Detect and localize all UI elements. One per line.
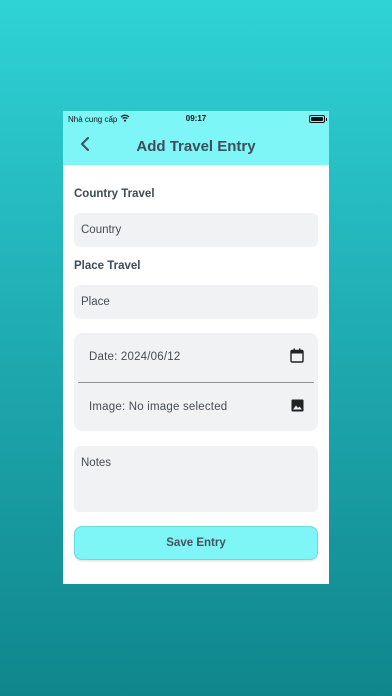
battery-icon [309, 115, 327, 123]
phone-screen: Nhà cung cấp 09:17 Add Travel Entry Coun… [63, 111, 329, 584]
app-bar: Add Travel Entry [63, 127, 329, 165]
status-bar: Nhà cung cấp 09:17 [63, 111, 329, 127]
image-icon[interactable] [291, 399, 304, 415]
save-entry-button[interactable]: Save Entry [74, 526, 318, 560]
country-placeholder: Country [81, 224, 122, 236]
date-image-card: Date: 2024/06/12 Image: No image selecte… [74, 333, 318, 431]
date-picker-row[interactable]: Date: 2024/06/12 [74, 333, 318, 381]
place-placeholder: Place [81, 296, 110, 308]
country-input[interactable]: Country [74, 213, 318, 247]
country-label: Country Travel [74, 188, 155, 200]
image-picker-row[interactable]: Image: No image selected [74, 383, 318, 431]
place-label: Place Travel [74, 260, 141, 272]
page-title: Add Travel Entry [136, 138, 256, 155]
calendar-icon[interactable] [290, 348, 304, 366]
image-text: Image: No image selected [89, 401, 228, 413]
date-text: Date: 2024/06/12 [89, 351, 181, 363]
place-input[interactable]: Place [74, 285, 318, 319]
status-time: 09:17 [185, 114, 207, 123]
notes-placeholder: Notes [81, 457, 112, 469]
notes-input[interactable]: Notes [74, 446, 318, 512]
